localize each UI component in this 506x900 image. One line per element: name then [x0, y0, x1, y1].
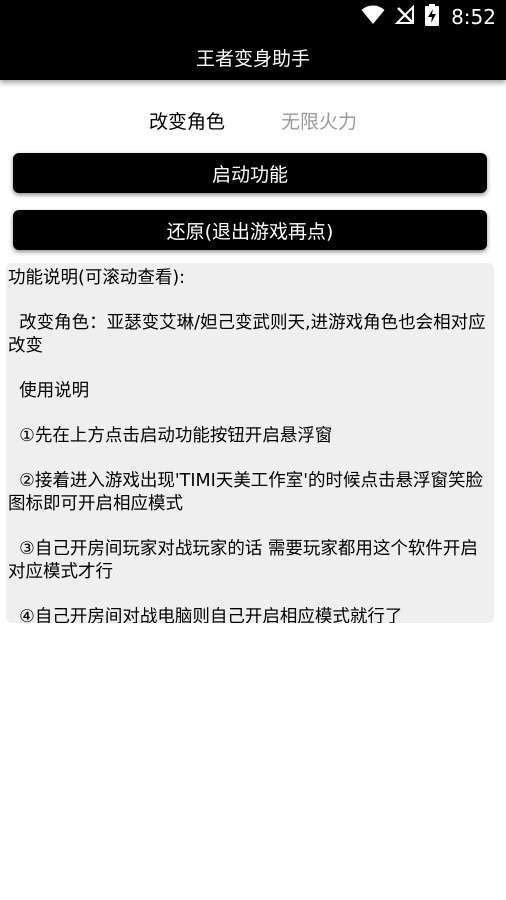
status-time: 8:52: [451, 5, 496, 29]
tab-change-role[interactable]: 改变角色: [149, 107, 225, 134]
description-heading: 功能说明(可滚动查看):: [8, 268, 186, 288]
status-bar: 8:52: [0, 0, 506, 34]
start-function-button[interactable]: 启动功能: [13, 153, 487, 193]
no-signal-icon: [394, 4, 415, 29]
app-title: 王者变身助手: [195, 47, 310, 70]
usage-step-1: ①先在上方点击启动功能按钮开启悬浮窗: [8, 426, 333, 446]
usage-step-2: ②接着进入游戏出现'TIMI天美工作室'的时候点击悬浮窗笑脸图标即可开启相应模式: [8, 471, 484, 514]
usage-step-4: ④自己开房间对战电脑则自己开启相应模式就行了: [8, 607, 403, 623]
battery-charging-icon: [425, 4, 440, 30]
app-bar: 王者变身助手: [0, 34, 506, 80]
usage-heading: 使用说明: [8, 381, 90, 401]
mode-tabs: 改变角色 无限火力: [0, 100, 506, 140]
wifi-icon: [361, 5, 385, 29]
description-panel[interactable]: 功能说明(可滚动查看): 改变角色：亚瑟变艾琳/妲己变武则天,进游戏角色也会相对…: [6, 263, 494, 623]
description-change-role: 改变角色：亚瑟变艾琳/妲己变武则天,进游戏角色也会相对应改变: [8, 313, 486, 356]
status-icons: 8:52: [361, 0, 496, 34]
tab-unlimited-fire[interactable]: 无限火力: [281, 107, 357, 134]
usage-step-3: ③自己开房间玩家对战玩家的话 需要玩家都用这个软件开启对应模式才行: [8, 539, 478, 582]
restore-button[interactable]: 还原(退出游戏再点): [13, 210, 487, 250]
